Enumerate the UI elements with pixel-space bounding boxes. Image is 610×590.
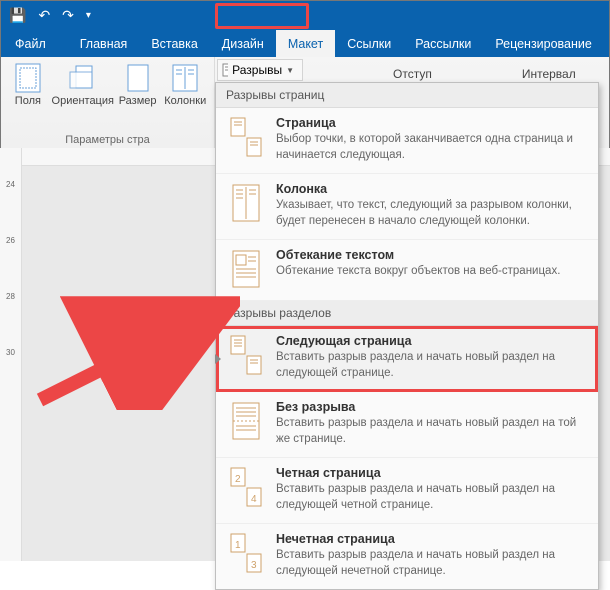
indent-label: Отступ [393,67,432,81]
dd-item-desc: Вставить разрыв раздела и начать новый р… [276,416,586,447]
qat-more-icon[interactable]: ▾ [86,10,91,21]
tab-review[interactable]: Рецензирование [483,30,604,57]
svg-text:3: 3 [251,560,257,571]
undo-icon[interactable]: ↶ [38,7,50,24]
save-icon[interactable]: 💾 [9,7,26,24]
tab-references[interactable]: Ссылки [335,30,403,57]
vertical-ruler: 24 26 28 30 [0,152,22,561]
svg-text:1: 1 [235,540,241,551]
dd-section-page-breaks: Разрывы страниц [216,83,598,108]
breaks-label: Разрывы [232,63,282,77]
dd-item-title: Без разрыва [276,400,586,414]
svg-text:4: 4 [251,494,257,505]
dd-section-section-breaks: Разрывы разделов [216,301,598,326]
dd-item-desc: Выбор точки, в которой заканчивается одн… [276,132,586,163]
breaks-dropdown: Разрывы страниц Страница Выбор точки, в … [215,82,599,590]
tab-layout[interactable]: Макет [276,30,335,57]
group-page-setup-label: Параметры стра [7,132,208,146]
columns-icon [170,63,200,93]
breaks-icon [222,63,228,77]
tab-file[interactable]: Файл [1,30,68,57]
group-page-setup: Поля Ориентация Размер Колонки [1,57,215,148]
evenpage-break-icon: 24 [228,466,264,508]
columns-label: Колонки [164,95,206,107]
tab-mailings[interactable]: Рассылки [403,30,483,57]
tab-home[interactable]: Главная [68,30,140,57]
redo-icon[interactable]: ↷ [62,7,74,24]
orientation-icon [68,63,98,93]
page-break-icon [228,116,264,158]
dd-item-even-page[interactable]: 24 Четная страница Вставить разрыв разде… [216,458,598,524]
chevron-down-icon: ▼ [286,66,294,75]
spacing-label: Интервал [522,67,576,81]
dd-item-odd-page[interactable]: 13 Нечетная страница Вставить разрыв раз… [216,524,598,589]
dd-item-desc: Вставить разрыв раздела и начать новый р… [276,350,586,381]
size-button[interactable]: Размер [117,61,159,132]
ribbon-right-headers: Отступ Интервал [345,59,576,81]
tab-design[interactable]: Дизайн [210,30,276,57]
dd-item-desc: Вставить разрыв раздела и начать новый р… [276,482,586,513]
dd-item-text-wrapping[interactable]: Обтекание текстом Обтекание текста вокру… [216,240,598,301]
size-icon [123,63,153,93]
dd-item-title: Нечетная страница [276,532,586,546]
quick-access-toolbar: 💾 ↶ ↷ ▾ [1,1,609,29]
nextpage-break-icon [228,334,264,376]
breaks-button[interactable]: Разрывы ▼ [217,59,303,81]
orientation-label: Ориентация [52,95,114,107]
continuous-break-icon [228,400,264,442]
svg-text:2: 2 [235,474,241,485]
dd-item-column[interactable]: Колонка Указывает, что текст, следующий … [216,174,598,240]
dd-item-title: Страница [276,116,586,130]
margins-button[interactable]: Поля [7,61,49,132]
dd-item-title: Четная страница [276,466,586,480]
ribbon-tabs: Файл Главная Вставка Дизайн Макет Ссылки… [1,29,609,57]
dd-item-title: Следующая страница [276,334,586,348]
orientation-button[interactable]: Ориентация [53,61,113,132]
column-break-icon [228,182,264,224]
margins-icon [13,63,43,93]
margins-label: Поля [15,95,41,107]
dd-item-desc: Вставить разрыв раздела и начать новый р… [276,548,586,579]
dd-item-next-page[interactable]: Следующая страница Вставить разрыв разде… [216,326,598,392]
dd-item-desc: Обтекание текста вокруг объектов на веб-… [276,264,586,280]
dd-item-title: Колонка [276,182,586,196]
dd-item-continuous[interactable]: Без разрыва Вставить разрыв раздела и на… [216,392,598,458]
textwrap-break-icon [228,248,264,290]
oddpage-break-icon: 13 [228,532,264,574]
size-label: Размер [119,95,157,107]
columns-button[interactable]: Колонки [162,61,208,132]
dd-item-page[interactable]: Страница Выбор точки, в которой заканчив… [216,108,598,174]
dd-item-desc: Указывает, что текст, следующий за разры… [276,198,586,229]
selected-indicator-icon [215,354,221,364]
dd-item-title: Обтекание текстом [276,248,586,262]
tab-insert[interactable]: Вставка [139,30,209,57]
